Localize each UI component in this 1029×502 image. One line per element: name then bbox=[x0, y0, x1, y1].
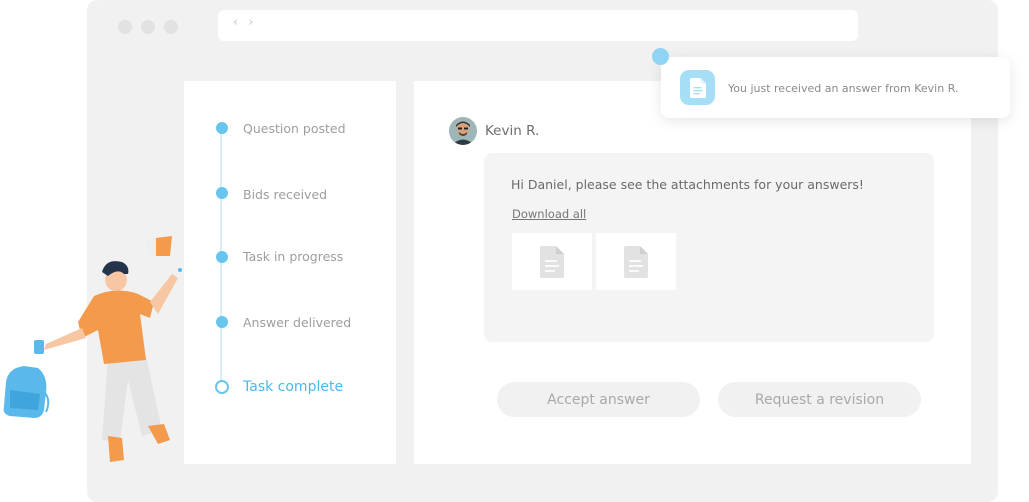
step-dot-bids-received bbox=[216, 187, 228, 199]
paper-icon bbox=[144, 236, 172, 258]
notification-icon-badge bbox=[680, 70, 715, 105]
step-label-task-complete: Task complete bbox=[243, 379, 344, 395]
accept-answer-button[interactable]: Accept answer bbox=[497, 382, 700, 417]
nav-arrows-icon[interactable]: ‹ › bbox=[233, 15, 257, 30]
cup-icon bbox=[34, 340, 44, 354]
document-icon bbox=[540, 245, 564, 278]
step-dot-answer-delivered bbox=[216, 316, 228, 328]
request-revision-button[interactable]: Request a revision bbox=[718, 382, 921, 417]
window-control-close[interactable] bbox=[118, 20, 132, 34]
address-bar[interactable] bbox=[218, 10, 858, 41]
attachment-1[interactable] bbox=[512, 233, 592, 290]
message-text: Hi Daniel, please see the attachments fo… bbox=[511, 177, 864, 192]
document-icon bbox=[689, 77, 706, 98]
notification-indicator bbox=[652, 48, 669, 65]
sender-name: Kevin R. bbox=[485, 123, 540, 139]
step-dot-question-posted bbox=[216, 122, 228, 134]
attachment-2[interactable] bbox=[596, 233, 676, 290]
step-dot-task-in-progress bbox=[216, 251, 228, 263]
user-avatar[interactable] bbox=[449, 117, 477, 145]
window-control-minimize[interactable] bbox=[141, 20, 155, 34]
download-all-link[interactable]: Download all bbox=[512, 207, 586, 221]
notification-text: You just received an answer from Kevin R… bbox=[728, 82, 959, 95]
step-label-answer-delivered: Answer delivered bbox=[243, 315, 352, 330]
document-icon bbox=[624, 245, 648, 278]
step-dot-task-complete bbox=[215, 380, 229, 394]
step-label-question-posted: Question posted bbox=[243, 121, 346, 136]
person-illustration bbox=[3, 236, 182, 462]
window-control-maximize[interactable] bbox=[164, 20, 178, 34]
progress-panel bbox=[184, 81, 396, 464]
step-label-task-in-progress: Task in progress bbox=[243, 249, 344, 264]
backpack-icon bbox=[3, 366, 50, 418]
step-label-bids-received: Bids received bbox=[243, 187, 328, 202]
